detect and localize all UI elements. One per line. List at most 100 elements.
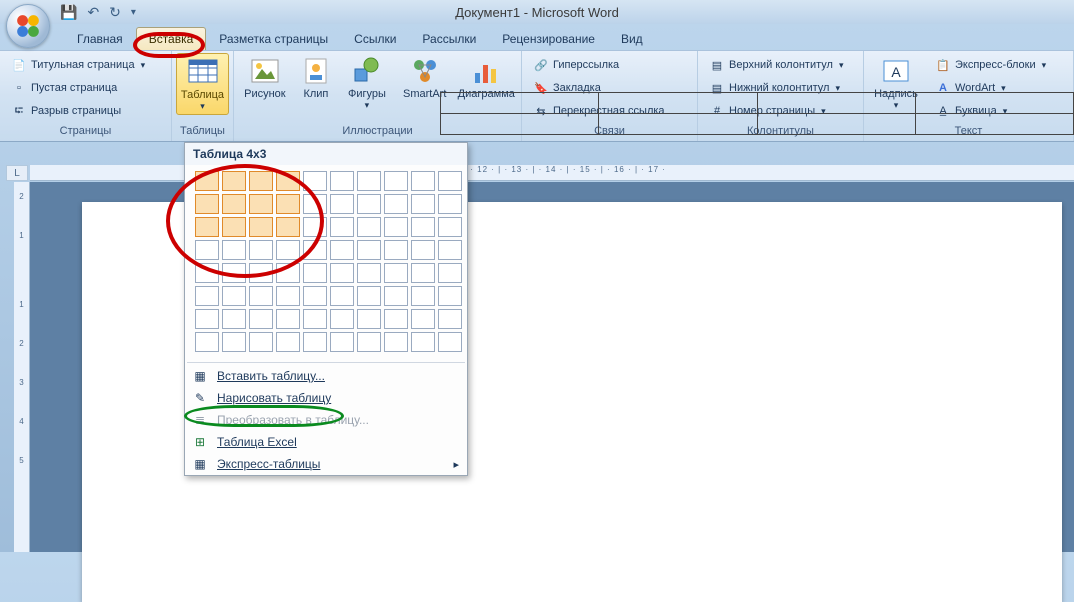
grid-cell[interactable] bbox=[411, 309, 435, 329]
hyperlink-button[interactable]: 🔗Гиперссылка bbox=[528, 55, 670, 75]
grid-cell[interactable] bbox=[222, 286, 246, 306]
grid-cell[interactable] bbox=[357, 171, 381, 191]
grid-cell[interactable] bbox=[222, 217, 246, 237]
grid-cell[interactable] bbox=[438, 240, 462, 260]
grid-cell[interactable] bbox=[357, 332, 381, 352]
grid-cell[interactable] bbox=[384, 240, 408, 260]
header-button[interactable]: ▤Верхний колонтитул bbox=[704, 55, 848, 75]
grid-cell[interactable] bbox=[357, 263, 381, 283]
grid-cell[interactable] bbox=[357, 286, 381, 306]
excel-table-menu[interactable]: ⊞Таблица Excel bbox=[185, 431, 467, 453]
grid-cell[interactable] bbox=[249, 263, 273, 283]
grid-cell[interactable] bbox=[330, 194, 354, 214]
tab-references[interactable]: Ссылки bbox=[341, 27, 409, 50]
picture-button[interactable]: Рисунок bbox=[238, 53, 292, 102]
grid-cell[interactable] bbox=[411, 171, 435, 191]
insert-table-menu[interactable]: ▦Вставить таблицу... bbox=[185, 365, 467, 387]
grid-cell[interactable] bbox=[195, 263, 219, 283]
tab-page-layout[interactable]: Разметка страницы bbox=[206, 27, 341, 50]
grid-cell[interactable] bbox=[222, 309, 246, 329]
grid-cell[interactable] bbox=[411, 286, 435, 306]
grid-cell[interactable] bbox=[195, 309, 219, 329]
grid-cell[interactable] bbox=[303, 332, 327, 352]
grid-cell[interactable] bbox=[303, 217, 327, 237]
blank-page-button[interactable]: ▫Пустая страница bbox=[6, 78, 150, 98]
grid-cell[interactable] bbox=[249, 217, 273, 237]
grid-cell[interactable] bbox=[249, 240, 273, 260]
grid-cell[interactable] bbox=[249, 332, 273, 352]
grid-cell[interactable] bbox=[357, 309, 381, 329]
save-icon[interactable]: 💾 bbox=[60, 4, 77, 21]
grid-cell[interactable] bbox=[222, 332, 246, 352]
tab-home[interactable]: Главная bbox=[64, 27, 136, 50]
grid-cell[interactable] bbox=[357, 194, 381, 214]
grid-cell[interactable] bbox=[222, 194, 246, 214]
grid-cell[interactable] bbox=[330, 217, 354, 237]
quick-tables-menu[interactable]: ▦Экспресс-таблицы bbox=[185, 453, 467, 475]
grid-cell[interactable] bbox=[411, 263, 435, 283]
grid-cell[interactable] bbox=[384, 171, 408, 191]
cover-page-button[interactable]: 📄Титульная страница bbox=[6, 55, 150, 75]
vertical-ruler[interactable]: 2112345 bbox=[14, 182, 30, 552]
office-button[interactable] bbox=[6, 4, 50, 48]
grid-cell[interactable] bbox=[330, 263, 354, 283]
clip-button[interactable]: Клип bbox=[296, 53, 336, 102]
grid-cell[interactable] bbox=[195, 240, 219, 260]
grid-cell[interactable] bbox=[411, 194, 435, 214]
grid-cell[interactable] bbox=[249, 286, 273, 306]
grid-cell[interactable] bbox=[303, 286, 327, 306]
grid-cell[interactable] bbox=[384, 332, 408, 352]
grid-cell[interactable] bbox=[438, 286, 462, 306]
grid-cell[interactable] bbox=[276, 309, 300, 329]
grid-cell[interactable] bbox=[276, 286, 300, 306]
grid-cell[interactable] bbox=[303, 171, 327, 191]
grid-cell[interactable] bbox=[249, 171, 273, 191]
grid-cell[interactable] bbox=[438, 309, 462, 329]
grid-cell[interactable] bbox=[357, 240, 381, 260]
draw-table-menu[interactable]: ✎Нарисовать таблицу bbox=[185, 387, 467, 409]
grid-cell[interactable] bbox=[330, 286, 354, 306]
qat-dropdown-icon[interactable]: ▾ bbox=[131, 7, 136, 18]
shapes-button[interactable]: Фигуры bbox=[340, 53, 394, 113]
table-size-grid[interactable] bbox=[185, 165, 467, 360]
grid-cell[interactable] bbox=[330, 240, 354, 260]
grid-cell[interactable] bbox=[195, 286, 219, 306]
grid-cell[interactable] bbox=[195, 194, 219, 214]
grid-cell[interactable] bbox=[195, 217, 219, 237]
table-button[interactable]: Таблица bbox=[176, 53, 229, 115]
grid-cell[interactable] bbox=[438, 194, 462, 214]
grid-cell[interactable] bbox=[438, 217, 462, 237]
grid-cell[interactable] bbox=[276, 332, 300, 352]
grid-cell[interactable] bbox=[330, 309, 354, 329]
quickparts-button[interactable]: 📋Экспресс-блоки bbox=[930, 55, 1051, 75]
grid-cell[interactable] bbox=[276, 217, 300, 237]
grid-cell[interactable] bbox=[384, 194, 408, 214]
grid-cell[interactable] bbox=[384, 263, 408, 283]
tab-insert[interactable]: Вставка bbox=[136, 27, 207, 50]
grid-cell[interactable] bbox=[249, 309, 273, 329]
grid-cell[interactable] bbox=[438, 263, 462, 283]
grid-cell[interactable] bbox=[357, 217, 381, 237]
grid-cell[interactable] bbox=[411, 240, 435, 260]
grid-cell[interactable] bbox=[195, 171, 219, 191]
page-break-button[interactable]: ⮓Разрыв страницы bbox=[6, 101, 150, 121]
grid-cell[interactable] bbox=[303, 194, 327, 214]
tab-view[interactable]: Вид bbox=[608, 27, 656, 50]
grid-cell[interactable] bbox=[330, 171, 354, 191]
grid-cell[interactable] bbox=[384, 286, 408, 306]
grid-cell[interactable] bbox=[276, 171, 300, 191]
grid-cell[interactable] bbox=[384, 217, 408, 237]
grid-cell[interactable] bbox=[276, 263, 300, 283]
grid-cell[interactable] bbox=[303, 309, 327, 329]
redo-icon[interactable]: ↻ bbox=[109, 4, 121, 21]
tab-review[interactable]: Рецензирование bbox=[489, 27, 608, 50]
grid-cell[interactable] bbox=[438, 332, 462, 352]
grid-cell[interactable] bbox=[411, 332, 435, 352]
grid-cell[interactable] bbox=[330, 332, 354, 352]
grid-cell[interactable] bbox=[411, 217, 435, 237]
grid-cell[interactable] bbox=[222, 263, 246, 283]
grid-cell[interactable] bbox=[222, 171, 246, 191]
grid-cell[interactable] bbox=[384, 309, 408, 329]
inserted-table[interactable] bbox=[440, 92, 1074, 135]
grid-cell[interactable] bbox=[276, 194, 300, 214]
